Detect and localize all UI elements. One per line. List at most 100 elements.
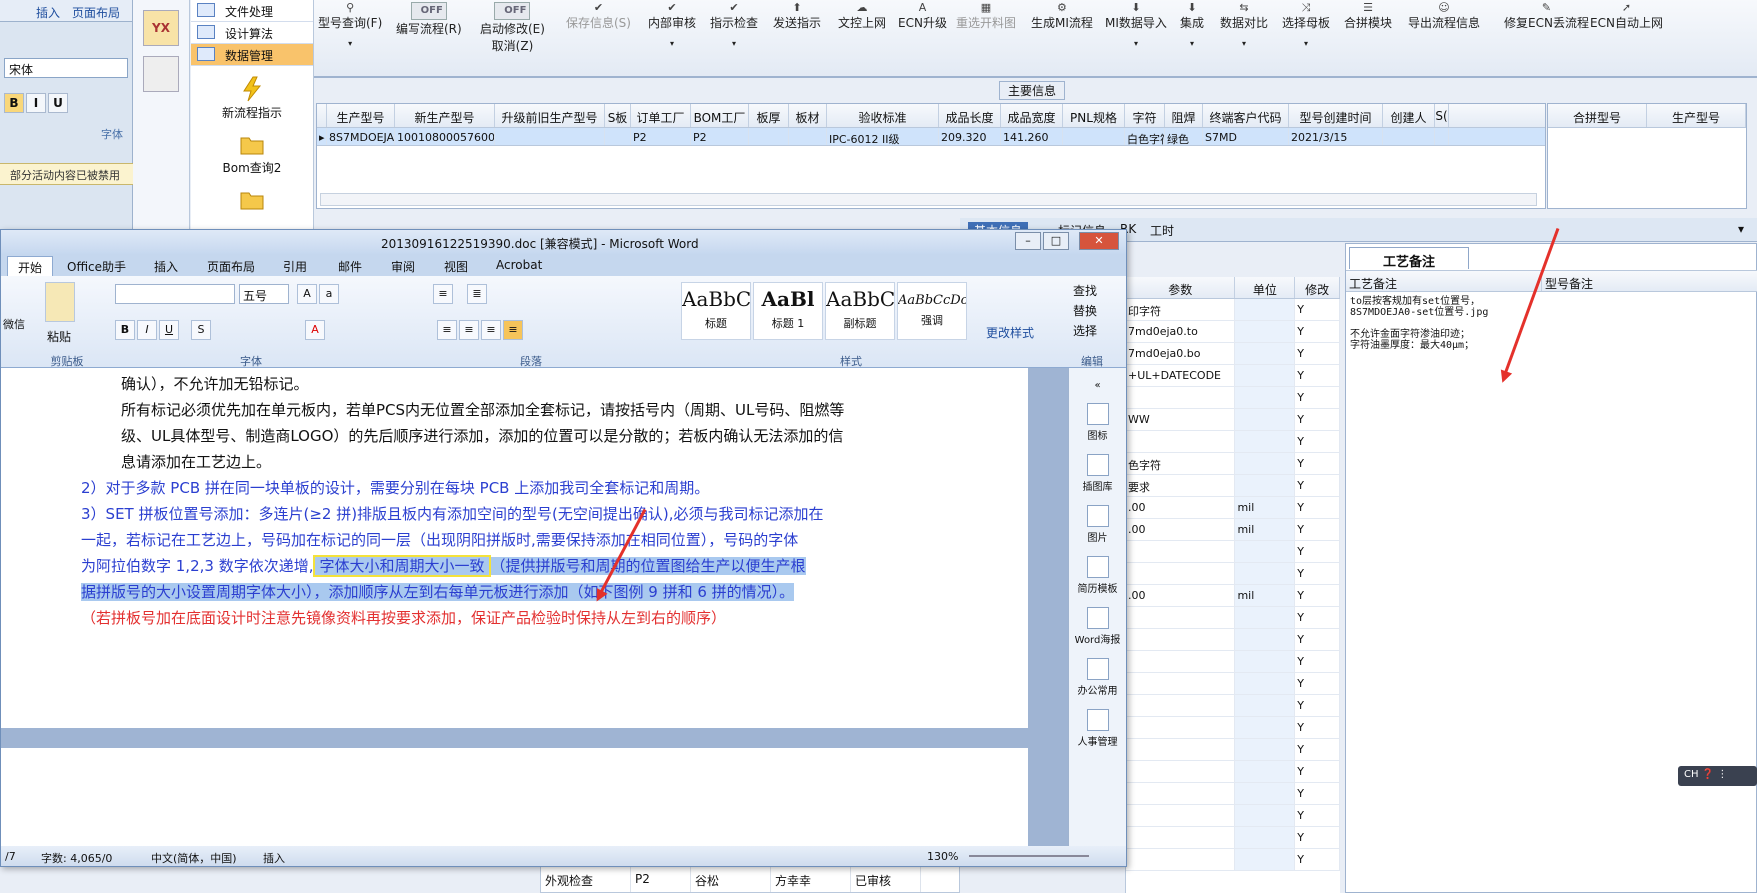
mi-import-button[interactable]: ⬇ MI数据导入 ▾: [1105, 2, 1167, 49]
tab-references[interactable]: 引用: [283, 258, 307, 275]
grid-cell[interactable]: 白色字符: [1125, 128, 1165, 145]
grid-cell[interactable]: 2021/3/15: [1289, 128, 1383, 145]
italic-button[interactable]: I: [137, 320, 157, 340]
instruction-check-button[interactable]: ✔ 指示检查 ▾: [710, 2, 758, 49]
font-name-select[interactable]: [115, 284, 235, 304]
grid-cell[interactable]: S7MD: [1203, 128, 1289, 145]
table-row[interactable]: 要求 Y: [1126, 475, 1340, 497]
save-info-button[interactable]: ✔ 保存信息(S): [566, 2, 631, 31]
grid-header-cell[interactable]: 创建人: [1383, 104, 1435, 127]
document-page-2[interactable]: [1, 748, 1028, 846]
bold-button[interactable]: B: [115, 320, 135, 340]
grid-header-cell[interactable]: 订单工厂: [631, 104, 691, 127]
wechat-button[interactable]: 微信: [3, 316, 25, 332]
menu-item-design[interactable]: 设计算法: [191, 22, 313, 44]
table-row[interactable]: .00 mil Y: [1126, 519, 1340, 541]
grid-cell[interactable]: [495, 128, 605, 145]
excel-font-box[interactable]: 宋体: [4, 58, 128, 78]
grid-header-cell[interactable]: S(: [1435, 104, 1449, 127]
grid-cell[interactable]: [1435, 128, 1449, 145]
grid-cell[interactable]: 绿色: [1165, 128, 1203, 145]
side-office[interactable]: 办公常用: [1069, 658, 1126, 697]
grid-header-cell[interactable]: 终端客户代码: [1203, 104, 1289, 127]
table-row[interactable]: ▸ 8S7MDOEJA0 10010800057600 P2 P2 IPC-6012 II…: [317, 128, 1545, 146]
grid-header-cell[interactable]: 型号创建时间: [1289, 104, 1383, 127]
grid-header-cell[interactable]: S板: [605, 104, 631, 127]
excel-tab-layout[interactable]: 页面布局: [66, 0, 126, 21]
merge-module-button[interactable]: ☰ 合拼模块: [1344, 2, 1392, 31]
numbering-icon[interactable]: ≣: [467, 284, 487, 304]
document-page[interactable]: 确认），不允许加无铅标记。 所有标记必须优先加在单元板内，若单PCS内无位置全部…: [1, 368, 1028, 728]
align-center-icon[interactable]: ≡: [459, 320, 479, 340]
calculator-icon[interactable]: [143, 56, 179, 92]
zoom-level[interactable]: 130%: [927, 850, 958, 863]
align-left-icon[interactable]: ≡: [437, 320, 457, 340]
internal-audit-button[interactable]: ✔ 内部审核 ▾: [648, 2, 696, 49]
grid-header-cell[interactable]: 验收标准: [827, 104, 939, 127]
table-row[interactable]: Y: [1126, 651, 1340, 673]
excel-tab-insert[interactable]: 插入: [30, 0, 66, 21]
find-button[interactable]: 查找: [1073, 282, 1097, 299]
page-count[interactable]: /7: [5, 850, 16, 863]
style-subtitle[interactable]: AaBbC 副标题: [825, 282, 895, 340]
table-row[interactable]: Y: [1126, 739, 1340, 761]
tool-bom[interactable]: Bom查询2: [191, 131, 313, 176]
table-row[interactable]: +UL+DATECODE Y: [1126, 365, 1340, 387]
table-row[interactable]: Y: [1126, 673, 1340, 695]
table-row[interactable]: 印字符 Y: [1126, 299, 1340, 321]
side-picture[interactable]: 图片: [1069, 505, 1126, 544]
grid-cell[interactable]: 8S7MDOEJA0: [327, 128, 395, 145]
table-row[interactable]: .00 mil Y: [1126, 497, 1340, 519]
shrink-font-icon[interactable]: a: [319, 284, 339, 304]
table-row[interactable]: Y: [1126, 717, 1340, 739]
flow-list-row[interactable]: 外观检查 P2 谷松 方幸幸 已审核: [540, 866, 960, 893]
table-row[interactable]: Y: [1126, 827, 1340, 849]
fix-ecn-button[interactable]: ✎ 修复ECN丢流程: [1504, 2, 1589, 31]
select-mother-button[interactable]: ⤨ 选择母板 ▾: [1282, 2, 1330, 49]
tab-home[interactable]: 开始: [7, 256, 54, 276]
start-edit-toggle[interactable]: OFF 启动修改(E) 取消(Z): [480, 2, 545, 54]
menu-item-data[interactable]: 数据管理: [191, 44, 313, 66]
select-button[interactable]: 选择: [1073, 322, 1097, 339]
grid-header-cell[interactable]: BOM工厂: [691, 104, 749, 127]
minimize-button[interactable]: –: [1015, 232, 1041, 250]
chevron-down-icon[interactable]: ▾: [1738, 222, 1744, 236]
table-row[interactable]: Y: [1126, 607, 1340, 629]
ecn-auto-online-button[interactable]: ➚ ECN自动上网: [1590, 2, 1663, 31]
tab-review[interactable]: 审阅: [391, 258, 415, 275]
grid-header-cell[interactable]: 板厚: [749, 104, 789, 127]
table-row[interactable]: Y: [1126, 805, 1340, 827]
tool-new-flow[interactable]: 新流程指示: [191, 76, 313, 121]
tab-page-layout[interactable]: 页面布局: [207, 258, 255, 275]
grid-cell[interactable]: P2: [691, 128, 749, 145]
tab-view[interactable]: 视图: [444, 258, 468, 275]
grid-cell[interactable]: [749, 128, 789, 145]
grid-header-cell[interactable]: 升级前旧生产型号: [495, 104, 605, 127]
maximize-button[interactable]: □: [1043, 232, 1069, 250]
table-row[interactable]: .00 mil Y: [1126, 585, 1340, 607]
menu-item-file[interactable]: 文件处理: [191, 0, 313, 22]
grid-header-cell[interactable]: 阻焊: [1165, 104, 1203, 127]
table-row[interactable]: Y: [1126, 541, 1340, 563]
style-emphasis[interactable]: AaBbCcDc 强调: [897, 282, 967, 340]
horizontal-scrollbar[interactable]: [320, 193, 1537, 206]
tab-hours[interactable]: 工时: [1150, 222, 1174, 239]
grid-header-cell[interactable]: 板材: [789, 104, 827, 127]
underline-button[interactable]: U: [48, 93, 68, 113]
table-row[interactable]: Y: [1126, 387, 1340, 409]
grid-header-cell[interactable]: 成品宽度: [1001, 104, 1063, 127]
grid-cell[interactable]: [1063, 128, 1125, 145]
side-resume[interactable]: 简历模板: [1069, 556, 1126, 595]
bold-button[interactable]: B: [4, 93, 24, 113]
grid-header-cell[interactable]: 生产型号: [327, 104, 395, 127]
tab-office-assistant[interactable]: Office助手: [67, 258, 126, 275]
grid-cell[interactable]: 10010800057600: [395, 128, 495, 145]
ime-bar[interactable]: CH ❓ ⋮: [1678, 766, 1757, 786]
underline-button[interactable]: U: [159, 320, 179, 340]
side-icons[interactable]: 图标: [1069, 403, 1126, 442]
justify-icon[interactable]: ≡: [503, 320, 523, 340]
word-count[interactable]: 字数: 4,065/0: [41, 850, 112, 866]
integrate-button[interactable]: ⬇ 集成 ▾: [1180, 2, 1204, 49]
tab-acrobat[interactable]: Acrobat: [496, 258, 542, 272]
table-row[interactable]: Y: [1126, 563, 1340, 585]
